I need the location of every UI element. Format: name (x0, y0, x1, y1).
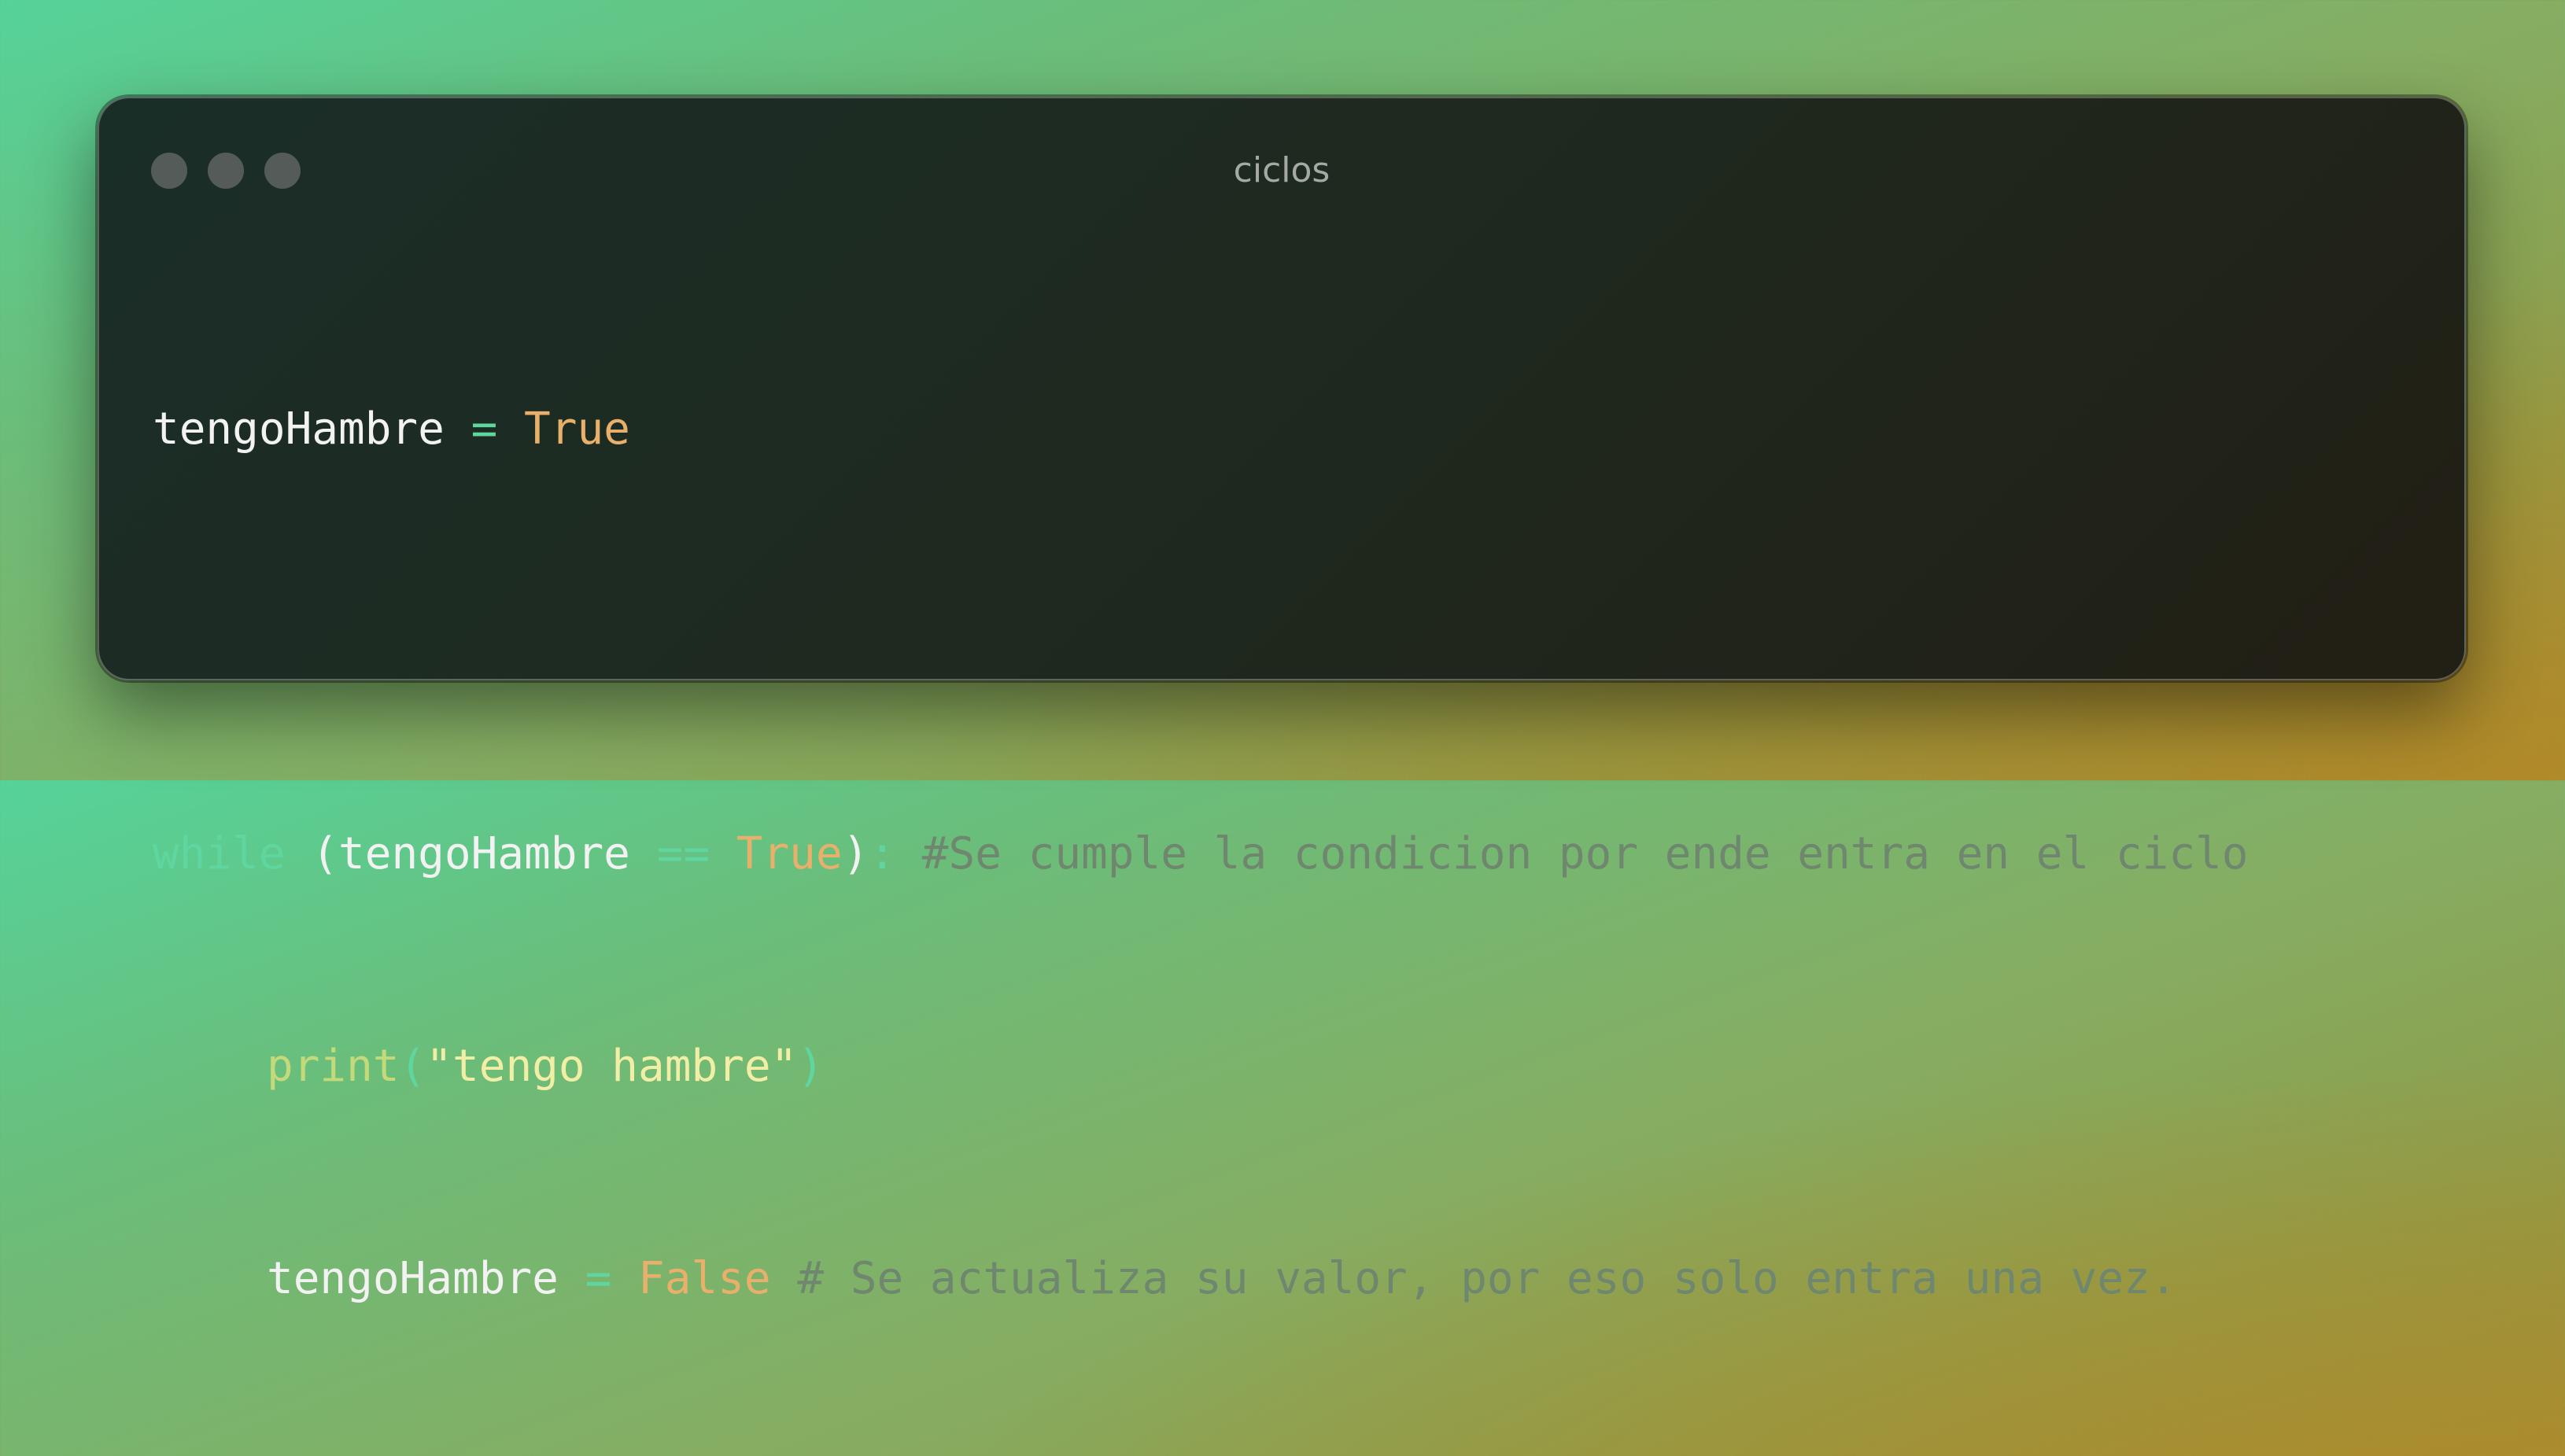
code-line-2: while (tengoHambre == True): #Se cumple … (153, 819, 2249, 890)
code-token: True (524, 404, 630, 455)
code-token: print (267, 1041, 400, 1092)
code-line-4: tengoHambre = False # Se actualiza su va… (153, 1244, 2249, 1314)
code-token: ( (399, 1041, 426, 1092)
code-token: : (869, 828, 896, 879)
code-block: tengoHambre = True while (tengoHambre ==… (153, 252, 2249, 1456)
code-token: = (558, 1253, 639, 1304)
code-token: tengoHambre (338, 828, 630, 879)
code-token: ) (842, 828, 869, 879)
code-line-3: print("tengo hambre") (153, 1031, 2249, 1102)
code-token: = (444, 404, 525, 455)
code-string: "tengo hambre" (426, 1041, 798, 1092)
code-line-1: tengoHambre = True (153, 394, 2249, 465)
code-comment: #Se cumple la condicion por ende entra e… (895, 828, 2249, 879)
code-token: False (638, 1253, 771, 1304)
code-window: ciclos tengoHambre = True while (tengoHa… (98, 97, 2466, 1304)
code-token: tengoHambre (153, 404, 445, 455)
code-token: == (629, 828, 736, 879)
code-token: tengoHambre (267, 1253, 559, 1304)
code-token: ( (312, 828, 339, 879)
code-token: ) (797, 1041, 825, 1092)
code-token: while (153, 828, 286, 879)
window-title: ciclos (1233, 150, 1330, 190)
code-comment: # Se actualiza su valor, por eso solo en… (770, 1253, 2177, 1304)
code-token: True (736, 828, 843, 879)
